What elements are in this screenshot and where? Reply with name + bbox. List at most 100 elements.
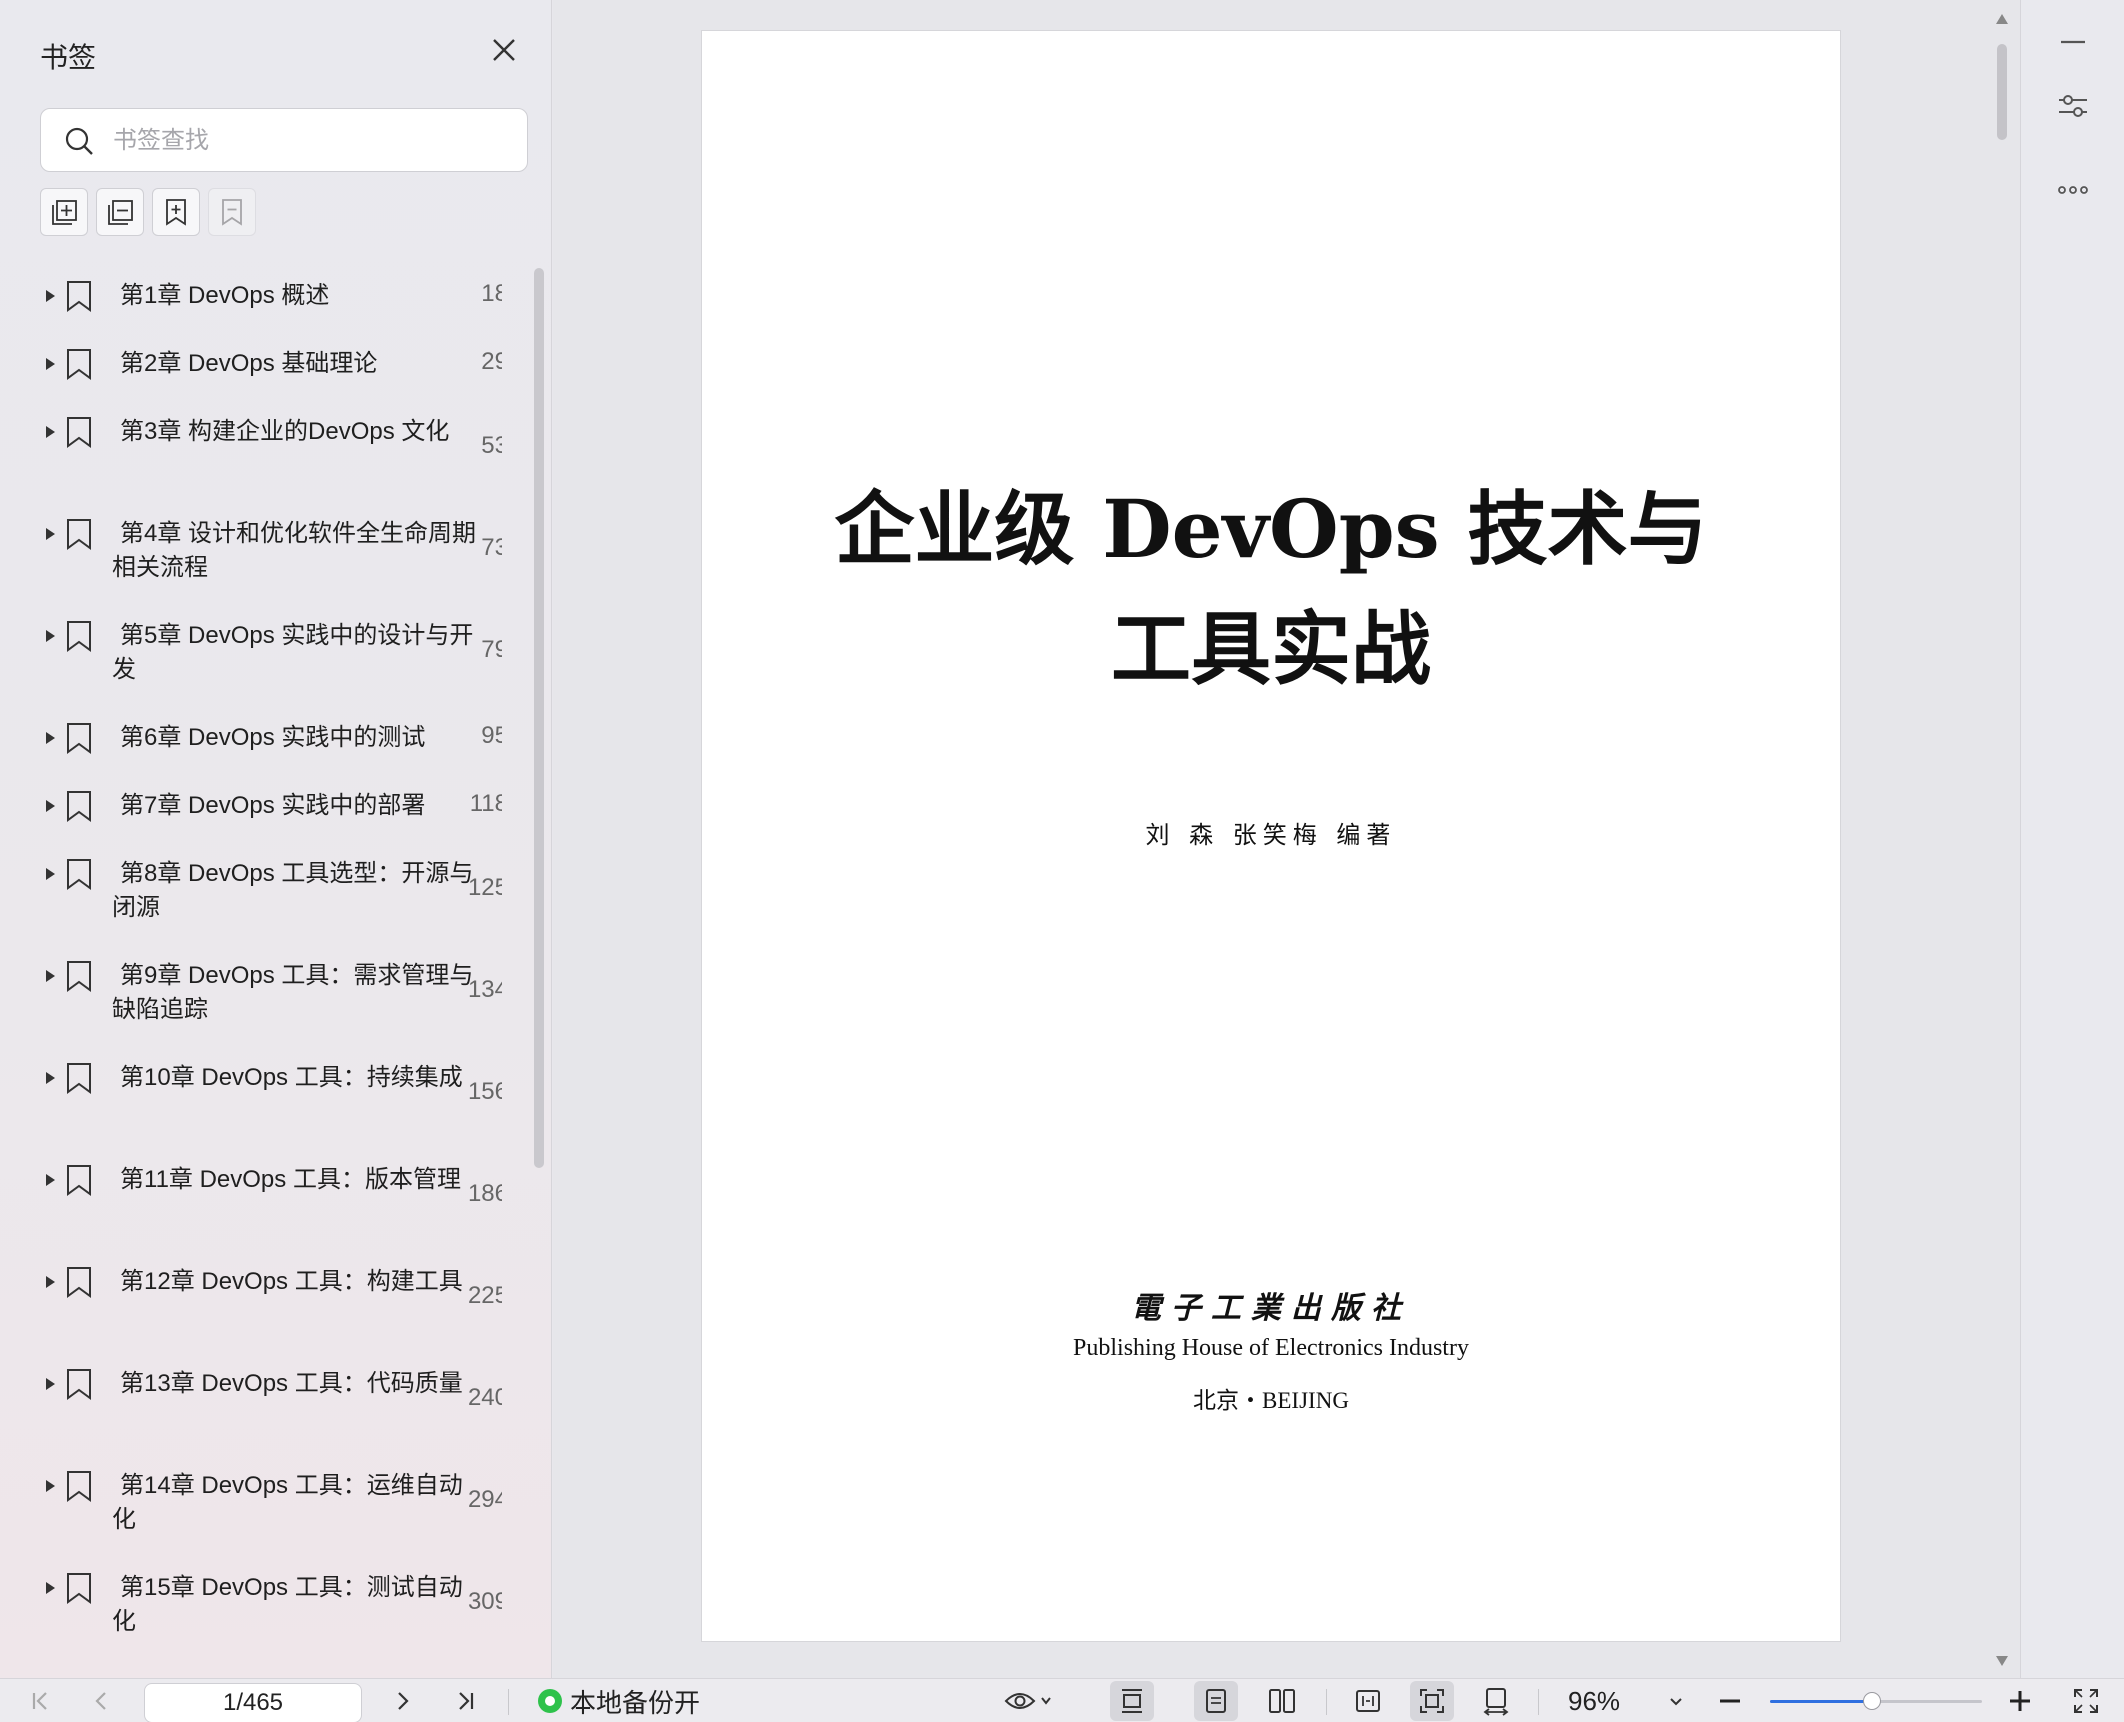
first-page-button[interactable]: [20, 1679, 60, 1722]
bookmark-item[interactable]: 第12章 DevOps 工具：构建工具 225: [40, 1252, 502, 1354]
fit-width-button[interactable]: [1346, 1681, 1390, 1721]
single-page-icon: [1206, 1689, 1226, 1713]
bookmark-item[interactable]: 第11章 DevOps 工具：版本管理 186: [40, 1150, 502, 1252]
scroll-down-icon[interactable]: [1996, 1656, 2008, 1666]
bookmark-page: 29: [481, 348, 502, 375]
bookmark-title: 第6章 DevOps 实践中的测试: [120, 724, 426, 751]
page-scrollbar[interactable]: [1990, 0, 2014, 1678]
eye-icon: [1004, 1693, 1051, 1709]
expand-arrow-icon[interactable]: [46, 1174, 55, 1186]
add-bookmark-button[interactable]: [152, 188, 200, 236]
bookmark-title: 第7章 DevOps 实践中的部署: [120, 792, 426, 819]
page-scroll-thumb[interactable]: [1997, 44, 2007, 140]
expand-arrow-icon[interactable]: [46, 970, 55, 982]
bookmark-title: 第12章 DevOps 工具：构建工具: [120, 1268, 463, 1295]
minimize-icon[interactable]: [2055, 24, 2091, 60]
publisher-name-cn: 電子工業出版社: [1131, 1291, 1411, 1326]
remove-bookmark-button[interactable]: [208, 188, 256, 236]
settings-sliders-icon[interactable]: [2055, 88, 2091, 124]
bookmark-icon: [67, 417, 91, 448]
zoom-level[interactable]: 96%: [1568, 1679, 1620, 1722]
bookmark-title: 第3章 构建企业的DevOps 文化: [120, 418, 450, 445]
zoom-in-button[interactable]: [2002, 1679, 2038, 1722]
last-page-icon: [459, 1692, 474, 1710]
page-number-input[interactable]: [144, 1683, 362, 1722]
bookmark-item[interactable]: 第10章 DevOps 工具：持续集成 156: [40, 1048, 502, 1150]
bookmark-item[interactable]: 第4章 设计和优化软件全生命周期相关流程 73: [40, 504, 502, 606]
first-page-icon: [32, 1692, 47, 1710]
expand-arrow-icon[interactable]: [46, 868, 55, 880]
bookmark-item[interactable]: 第1章 DevOps 概述 18: [40, 266, 502, 334]
single-page-button[interactable]: [1194, 1681, 1238, 1721]
scroll-up-icon[interactable]: [1996, 14, 2008, 24]
bookmark-item[interactable]: 第9章 DevOps 工具：需求管理与缺陷追踪 134: [40, 946, 502, 1048]
expand-arrow-icon[interactable]: [46, 800, 55, 812]
bookmark-search-input[interactable]: [113, 121, 513, 161]
divider: [508, 1689, 509, 1715]
previous-page-button[interactable]: [82, 1679, 122, 1722]
bookmark-item[interactable]: 第5章 DevOps 实践中的设计与开发 79: [40, 606, 502, 708]
bookmark-item[interactable]: 第13章 DevOps 工具：代码质量 240: [40, 1354, 502, 1456]
bookmark-item[interactable]: 第2章 DevOps 基础理论 29: [40, 334, 502, 402]
local-backup-toggle[interactable]: 本地备份开: [538, 1679, 700, 1722]
bookmark-title: 第11章 DevOps 工具：版本管理: [120, 1166, 461, 1193]
expand-arrow-icon[interactable]: [46, 1276, 55, 1288]
book-title-line: 工具实战: [1111, 602, 1431, 696]
collapse-all-icon: [108, 200, 133, 225]
bookmark-title: 第9章 DevOps 工具：需求管理与缺陷追踪: [112, 962, 474, 1023]
bookmark-item[interactable]: 第15章 DevOps 工具：测试自动化 309: [40, 1558, 502, 1660]
read-mode-button[interactable]: [996, 1679, 1060, 1722]
fit-width-icon: [1356, 1690, 1380, 1712]
expand-arrow-icon[interactable]: [46, 1072, 55, 1084]
expand-arrow-icon[interactable]: [46, 1480, 55, 1492]
fullscreen-button[interactable]: [2066, 1679, 2106, 1722]
bookmark-item[interactable]: 第6章 DevOps 实践中的测试 95: [40, 708, 502, 776]
zoom-out-button[interactable]: [1712, 1679, 1748, 1722]
bookmark-page: 186: [467, 1180, 502, 1207]
bookmark-icon: [67, 961, 91, 992]
page-flip-button[interactable]: [1474, 1681, 1518, 1721]
expand-arrow-icon[interactable]: [46, 358, 55, 370]
expand-arrow-icon[interactable]: [46, 1378, 55, 1390]
bookmark-icon: [67, 281, 91, 312]
bookmark-page: 118: [469, 790, 502, 817]
book-authors: 刘 森 张笑梅 编著: [1145, 821, 1397, 849]
bookmark-title: 第2章 DevOps 基础理论: [120, 350, 378, 377]
add-bookmark-icon: [166, 199, 186, 226]
bookmark-icon: [67, 519, 91, 550]
publisher-city: 北京・BEIJING: [1193, 1388, 1349, 1413]
continuous-scroll-button[interactable]: [1110, 1681, 1154, 1721]
zoom-dropdown[interactable]: [1658, 1679, 1694, 1722]
bookmark-page: 240: [467, 1384, 502, 1411]
bookmark-icon: [67, 349, 91, 380]
expand-arrow-icon[interactable]: [46, 426, 55, 438]
expand-arrow-icon[interactable]: [46, 290, 55, 302]
close-icon[interactable]: [488, 34, 520, 66]
two-page-button[interactable]: [1260, 1681, 1304, 1721]
more-icon[interactable]: [2055, 172, 2091, 208]
bookmark-item[interactable]: 第3章 构建企业的DevOps 文化 53: [40, 402, 502, 504]
zoom-slider-knob[interactable]: [1862, 1692, 1881, 1710]
fit-page-button[interactable]: [1410, 1681, 1454, 1721]
expand-arrow-icon[interactable]: [46, 528, 55, 540]
chevron-left-icon: [95, 1692, 106, 1710]
book-title: 企业级 DevOps 技术与 工具实战: [702, 469, 1840, 709]
bookmark-page: 156: [467, 1078, 502, 1105]
expand-arrow-icon[interactable]: [46, 732, 55, 744]
expand-all-button[interactable]: [40, 188, 88, 236]
bookmark-icon: [67, 1165, 91, 1196]
bookmark-item[interactable]: 第7章 DevOps 实践中的部署 118: [40, 776, 502, 844]
bookmark-scrollbar[interactable]: [534, 268, 544, 1168]
bookmark-page: 225: [467, 1282, 502, 1309]
expand-arrow-icon[interactable]: [46, 630, 55, 642]
bookmark-list: 第1章 DevOps 概述 18 第2章 DevOps 基础理论 29 第3章 …: [40, 266, 502, 1676]
next-page-button[interactable]: [382, 1679, 422, 1722]
collapse-all-button[interactable]: [96, 188, 144, 236]
expand-arrow-icon[interactable]: [46, 1582, 55, 1594]
zoom-slider[interactable]: [1770, 1692, 1982, 1710]
bookmark-item[interactable]: 第14章 DevOps 工具：运维自动化 294: [40, 1456, 502, 1558]
bookmark-page: 18: [481, 280, 502, 307]
last-page-button[interactable]: [446, 1679, 486, 1722]
panel-title: 书签: [40, 42, 97, 73]
bookmark-item[interactable]: 第8章 DevOps 工具选型：开源与闭源 125: [40, 844, 502, 946]
